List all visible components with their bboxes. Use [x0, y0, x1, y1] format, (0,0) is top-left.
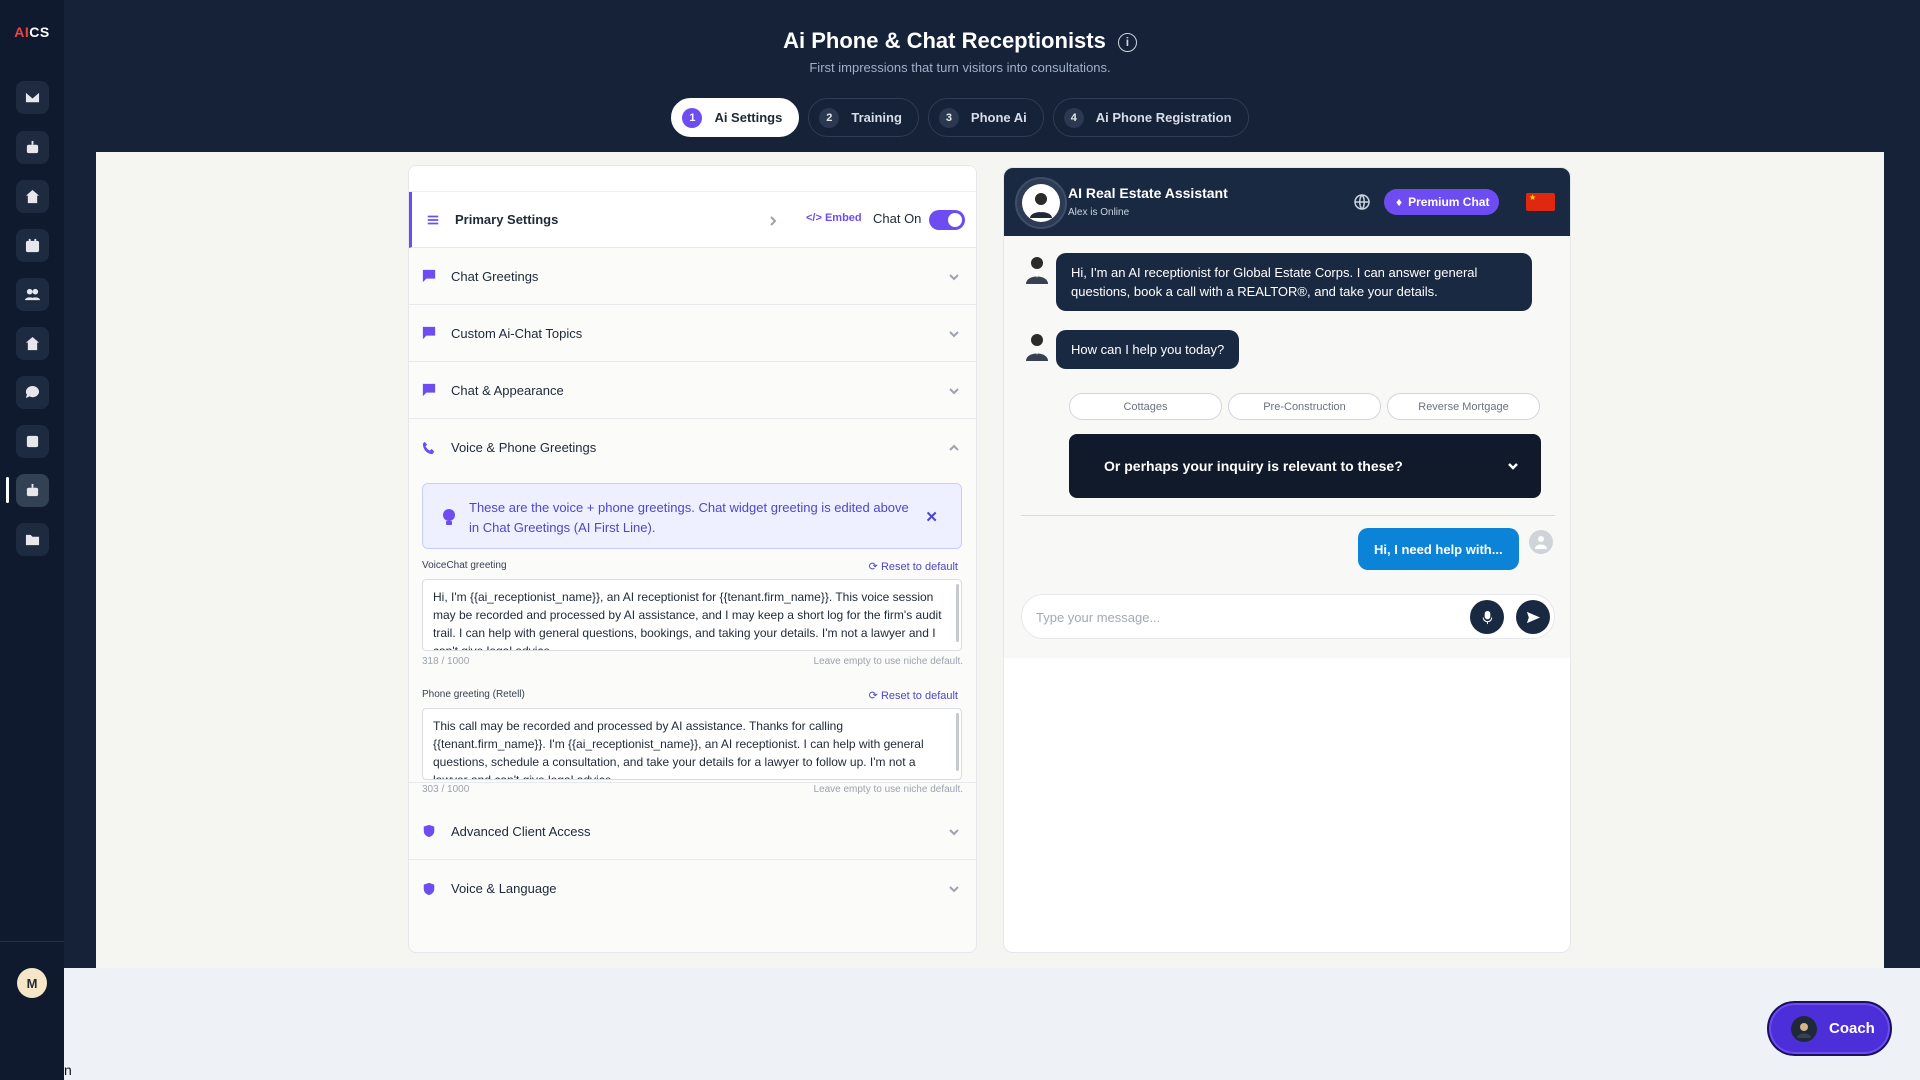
primary-settings-row[interactable]: Primary Settings </> Embed Chat On [409, 192, 976, 248]
scrollbar[interactable] [956, 584, 959, 642]
lightbulb-icon [441, 508, 457, 526]
phone-greeting-label: Phone greeting (Retell) [422, 689, 525, 700]
ai-receptionist-icon[interactable] [16, 474, 49, 507]
scrollbar[interactable] [956, 713, 959, 771]
flag-icon[interactable] [1526, 193, 1555, 211]
topic-chips: Cottages Pre-Construction Reverse Mortga… [1069, 393, 1540, 420]
chevron-down-icon[interactable] [948, 825, 960, 837]
diamond-icon: ♦ [1396, 195, 1403, 209]
user-message: Hi, I need help with... [1358, 528, 1519, 570]
globe-icon[interactable] [1354, 194, 1370, 210]
chat-preview: AI Real Estate Assistant Alex is Online … [1003, 167, 1571, 953]
coach-avatar [1791, 1015, 1817, 1042]
voice-greetings-section: Voice & Phone Greetings These are the vo… [409, 419, 976, 795]
chat-on-label: Chat On [873, 211, 922, 226]
folder-icon[interactable] [16, 523, 49, 556]
sidebar-divider [0, 941, 64, 942]
voice-greetings-row[interactable]: Voice & Phone Greetings [409, 419, 976, 476]
topic-chip[interactable]: Reverse Mortgage [1387, 393, 1540, 420]
step-tabs: 1 Ai Settings 2 Training 3 Phone Ai 4 Ai Pho… [0, 98, 1920, 137]
phone-greeting-textarea[interactable]: This call may be recorded and processed … [422, 708, 962, 780]
send-icon[interactable] [1516, 600, 1550, 634]
chevron-down-icon[interactable] [948, 327, 960, 339]
main-content [96, 152, 1884, 968]
tab-phone-ai[interactable]: 3 Phone Ai [927, 98, 1044, 137]
phone-hint: Leave empty to use niche default. [813, 784, 963, 795]
content-border-right [1884, 152, 1920, 968]
shield-icon [422, 882, 436, 896]
calendar-icon[interactable] [16, 229, 49, 262]
chat-icon[interactable] [16, 376, 49, 409]
users-icon[interactable] [16, 278, 49, 311]
tab-ai-phone-registration[interactable]: 4 Ai Phone Registration [1052, 98, 1249, 137]
voicechat-char-count: 318 / 1000 [422, 656, 470, 667]
user-avatar[interactable]: M [17, 968, 47, 998]
page-subtitle: First impressions that turn visitors int… [809, 60, 1111, 75]
voicechat-label: VoiceChat greeting [422, 560, 507, 571]
user-avatar-icon [1529, 530, 1553, 554]
phone-char-count: 303 / 1000 [422, 784, 470, 795]
agent-message: Hi, I'm an AI receptionist for Global Es… [1056, 253, 1532, 311]
message-icon [422, 269, 436, 283]
topic-chip[interactable]: Cottages [1069, 393, 1222, 420]
reset-voicechat-button[interactable]: ⟳ Reset to default [869, 560, 958, 573]
chat-title: AI Real Estate Assistant [1068, 185, 1228, 201]
settings-panel: Primary Settings </> Embed Chat On Chat … [408, 165, 977, 953]
shield-icon [422, 824, 436, 838]
chevron-up-icon[interactable] [948, 441, 960, 453]
agent-message: How can I help you today? [1056, 330, 1240, 369]
info-icon[interactable]: i [1117, 32, 1137, 52]
message-input[interactable]: Type your message... [1021, 594, 1555, 639]
embed-link[interactable]: </> Embed [806, 212, 862, 224]
chevron-down-icon [1507, 459, 1519, 471]
stray-text: n [64, 1062, 72, 1078]
chat-status: Alex is Online [1068, 207, 1130, 218]
chevron-right-icon[interactable] [767, 214, 779, 226]
close-icon[interactable]: ✕ [925, 508, 938, 526]
agent-avatar-small [1024, 331, 1050, 361]
phone-icon [422, 441, 436, 455]
mic-icon[interactable] [1470, 600, 1504, 634]
reset-phone-button[interactable]: ⟳ Reset to default [869, 689, 958, 702]
message-icon [422, 383, 436, 397]
info-callout: These are the voice + phone greetings. C… [422, 483, 962, 549]
voicechat-greeting-textarea[interactable]: Hi, I'm {{ai_receptionist_name}}, an AI … [422, 579, 962, 651]
home-icon[interactable] [16, 180, 49, 213]
voice-language-row[interactable]: Voice & Language [409, 860, 976, 917]
divider [1021, 515, 1555, 516]
inquiry-dropdown[interactable]: Or perhaps your inquiry is relevant to t… [1069, 434, 1541, 498]
chat-appearance-row[interactable]: Chat & Appearance [409, 362, 976, 419]
sliders-icon [426, 213, 440, 227]
chevron-down-icon[interactable] [948, 270, 960, 282]
contacts-icon[interactable] [16, 425, 49, 458]
advanced-client-access-row[interactable]: Advanced Client Access [409, 803, 976, 860]
tab-ai-settings[interactable]: 1 Ai Settings [671, 98, 800, 137]
coach-button[interactable]: Coach [1767, 1001, 1892, 1056]
tab-training[interactable]: 2 Training [808, 98, 919, 137]
chat-on-toggle[interactable] [929, 210, 965, 230]
chevron-down-icon[interactable] [948, 384, 960, 396]
chevron-down-icon[interactable] [948, 882, 960, 894]
chat-header: AI Real Estate Assistant Alex is Online … [1004, 168, 1570, 236]
premium-chat-button[interactable]: ♦ Premium Chat [1384, 189, 1500, 215]
house-icon[interactable] [16, 327, 49, 360]
message-icon [422, 326, 436, 340]
sidebar: AICS M [0, 0, 64, 1080]
content-border-left [64, 152, 96, 968]
agent-avatar-small [1024, 254, 1050, 284]
chat-greetings-row[interactable]: Chat Greetings [409, 248, 976, 305]
page-title: Ai Phone & Chat Receptionists i [0, 28, 1920, 54]
custom-topics-row[interactable]: Custom Ai-Chat Topics [409, 305, 976, 362]
agent-avatar [1015, 177, 1067, 229]
topic-chip[interactable]: Pre-Construction [1228, 393, 1381, 420]
sidebar-active-indicator [6, 477, 9, 503]
voicechat-hint: Leave empty to use niche default. [813, 656, 963, 667]
